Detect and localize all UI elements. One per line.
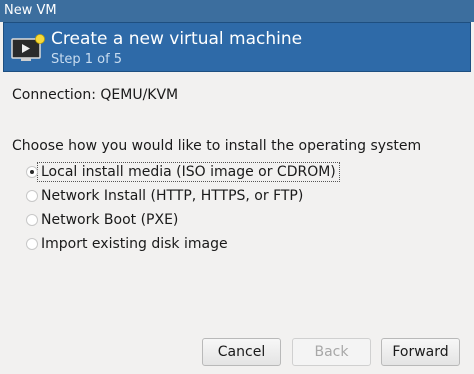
cancel-button[interactable]: Cancel bbox=[202, 338, 281, 366]
install-method-prompt: Choose how you would like to install the… bbox=[12, 138, 422, 154]
install-method-options: Local install media (ISO image or CDROM)… bbox=[22, 160, 382, 256]
radio-button-checked[interactable] bbox=[26, 166, 38, 178]
forward-button[interactable]: Forward bbox=[381, 338, 460, 366]
monitor-new-icon bbox=[11, 34, 45, 61]
option-label: Import existing disk image bbox=[41, 236, 228, 252]
option-import-disk-image[interactable]: Import existing disk image bbox=[22, 232, 382, 256]
window-titlebar: New VM bbox=[0, 0, 474, 22]
wizard-header: Create a new virtual machine Step 1 of 5 bbox=[3, 22, 471, 72]
option-local-install-media[interactable]: Local install media (ISO image or CDROM) bbox=[22, 160, 382, 184]
connection-label: Connection: QEMU/KVM bbox=[12, 87, 179, 103]
radio-button[interactable] bbox=[26, 214, 38, 226]
radio-button[interactable] bbox=[26, 190, 38, 202]
back-button[interactable]: Back bbox=[292, 338, 371, 366]
radio-button[interactable] bbox=[26, 238, 38, 250]
wizard-title: Create a new virtual machine bbox=[51, 29, 303, 49]
option-label: Network Install (HTTP, HTTPS, or FTP) bbox=[41, 188, 304, 204]
option-label: Local install media (ISO image or CDROM) bbox=[37, 162, 340, 182]
wizard-step: Step 1 of 5 bbox=[51, 52, 123, 67]
window-title: New VM bbox=[4, 3, 57, 18]
option-label: Network Boot (PXE) bbox=[41, 212, 179, 228]
option-network-install[interactable]: Network Install (HTTP, HTTPS, or FTP) bbox=[22, 184, 382, 208]
option-network-boot[interactable]: Network Boot (PXE) bbox=[22, 208, 382, 232]
